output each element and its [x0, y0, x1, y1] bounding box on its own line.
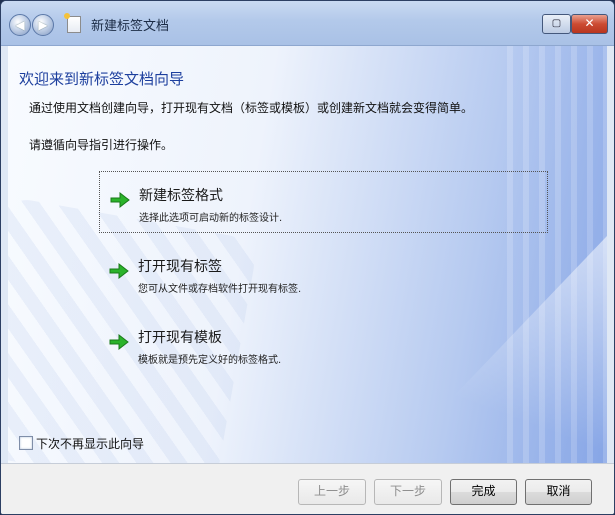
wizard-content: 欢迎来到新标签文档向导 通过使用文档创建向导，打开现有文档（标签或模板）或创建新…	[8, 46, 607, 463]
dont-show-again-label[interactable]: 下次不再显示此向导	[36, 435, 144, 452]
option-open-existing-template[interactable]: 打开现有模板 模板就是预先定义好的标签格式.	[99, 314, 546, 374]
wizard-instruction-text: 请遵循向导指引进行操作。	[29, 138, 174, 152]
option-title: 打开现有模板	[138, 330, 222, 346]
option-description: 您可从文件或存档软件打开现有标签.	[138, 284, 302, 295]
title-bar: ◀ ▶ 新建标签文档 ▢ ✕	[1, 1, 614, 46]
green-arrow-icon	[109, 333, 129, 351]
close-button[interactable]: ✕	[571, 14, 608, 34]
dont-show-again-checkbox[interactable]	[19, 436, 33, 450]
option-open-existing-label[interactable]: 打开现有标签 您可从文件或存档软件打开现有标签.	[99, 243, 546, 303]
option-description: 选择此选项可启动新的标签设计.	[139, 213, 283, 224]
option-new-label-format[interactable]: 新建标签格式 选择此选项可启动新的标签设计.	[99, 171, 548, 233]
button-bar: 上一步 下一步 完成 取消	[1, 463, 614, 514]
finish-button[interactable]: 完成	[450, 479, 517, 505]
option-title: 打开现有标签	[138, 259, 222, 275]
option-description: 模板就是预先定义好的标签格式.	[138, 355, 282, 366]
wizard-intro-text: 通过使用文档创建向导，打开现有文档（标签或模板）或创建新文档就会变得简单。	[29, 101, 474, 115]
option-title: 新建标签格式	[139, 188, 223, 204]
previous-button[interactable]: 上一步	[298, 479, 366, 505]
next-button[interactable]: 下一步	[374, 479, 442, 505]
restore-button[interactable]: ▢	[542, 14, 571, 34]
window-title: 新建标签文档	[91, 19, 170, 34]
wizard-heading: 欢迎来到新标签文档向导	[19, 70, 185, 88]
green-arrow-icon	[110, 191, 130, 209]
wizard-window: ◀ ▶ 新建标签文档 ▢ ✕ 欢迎来到新标签文档向导 通过使用文档创建向导，打开…	[0, 0, 615, 515]
cancel-button[interactable]: 取消	[525, 479, 592, 505]
forward-nav-button[interactable]: ▶	[32, 14, 54, 36]
back-nav-button[interactable]: ◀	[9, 14, 31, 36]
new-document-icon	[64, 13, 81, 33]
green-arrow-icon	[109, 262, 129, 280]
